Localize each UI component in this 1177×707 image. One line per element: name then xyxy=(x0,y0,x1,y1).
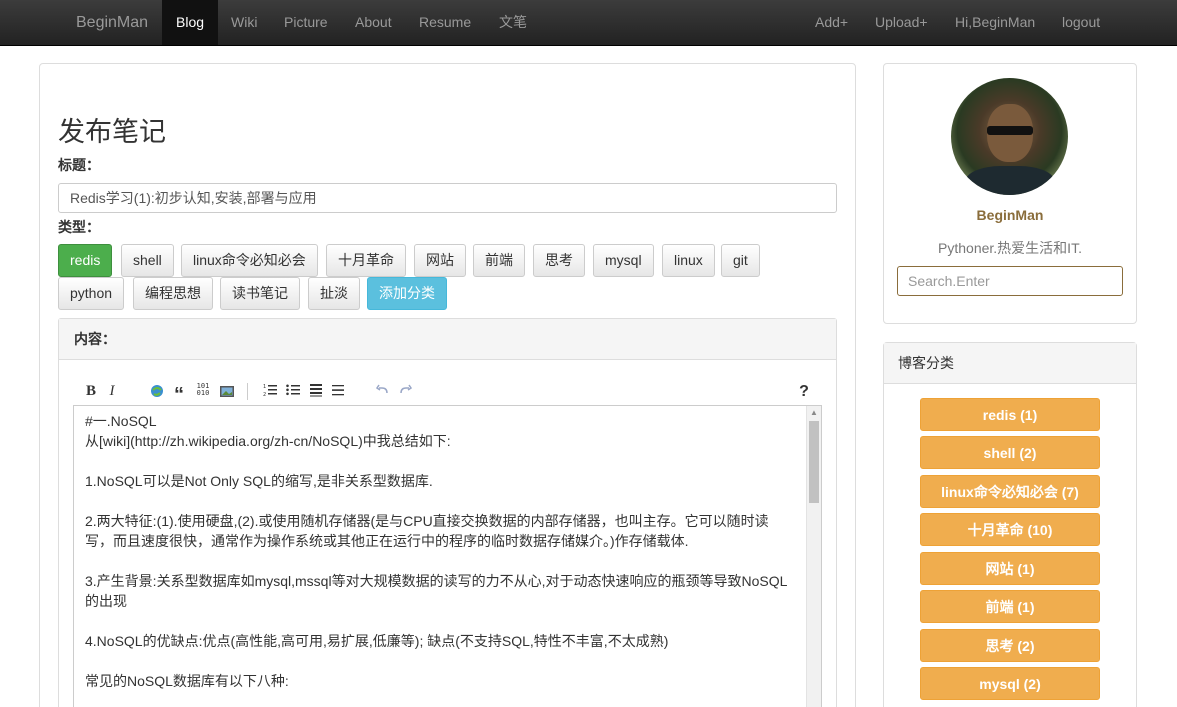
nav-picture[interactable]: Picture xyxy=(284,0,328,45)
editor-line: 从[wiki](http://zh.wikipedia.org/zh-cn/No… xyxy=(85,433,451,449)
tag-button-website[interactable]: 网站 xyxy=(414,244,466,277)
heading-icon[interactable] xyxy=(309,383,323,400)
category-thinking[interactable]: 思考 (2) xyxy=(920,629,1100,662)
nav-about[interactable]: About xyxy=(355,0,392,45)
italic-icon[interactable]: I xyxy=(106,383,118,400)
undo-icon[interactable] xyxy=(375,383,390,400)
brand-link[interactable]: BeginMan xyxy=(76,0,148,45)
code-icon[interactable]: 101 010 xyxy=(195,383,211,400)
avatar xyxy=(951,78,1068,195)
editor-line: 3.产生背景:关系型数据库如mysql,mssql等对大规模数据的读写的力不从心… xyxy=(85,573,788,589)
nav-user-greeting[interactable]: Hi,BeginMan xyxy=(955,0,1035,45)
editor-line: 4.NoSQL的优缺点:优点(高性能,高可用,易扩展,低廉等); 缺点(不支持S… xyxy=(85,633,669,649)
category-shell[interactable]: shell (2) xyxy=(920,436,1100,469)
tag-button-frontend[interactable]: 前端 xyxy=(473,244,525,277)
bullet-list-icon[interactable] xyxy=(286,383,300,400)
type-label: 类型： xyxy=(58,219,100,235)
nav-wenbi[interactable]: 文笔 xyxy=(499,0,527,45)
tag-button-reading-notes[interactable]: 读书笔记 xyxy=(220,277,300,310)
category-frontend[interactable]: 前端 (1) xyxy=(920,590,1100,623)
nav-wiki[interactable]: Wiki xyxy=(231,0,257,45)
nav-resume[interactable]: Resume xyxy=(419,0,471,45)
scroll-thumb[interactable] xyxy=(809,421,819,503)
nav-logout[interactable]: logout xyxy=(1062,0,1100,45)
editor-line: 常见的NoSQL数据库有以下八种: xyxy=(85,673,289,689)
tag-button-thinking[interactable]: 思考 xyxy=(533,244,585,277)
tag-button-linux[interactable]: linux xyxy=(662,244,715,277)
horizontal-rule-icon[interactable] xyxy=(331,383,345,400)
nav-blog[interactable]: Blog xyxy=(162,0,219,45)
editor-line: 1.NoSQL可以是Not Only SQL的缩写,是非关系型数据库. xyxy=(85,473,433,489)
content-heading: 内容： xyxy=(59,319,836,360)
svg-text:2: 2 xyxy=(263,392,266,397)
tag-button-git[interactable]: git xyxy=(721,244,760,277)
image-icon[interactable] xyxy=(219,383,235,400)
tag-button-programming-thought[interactable]: 编程思想 xyxy=(133,277,213,310)
add-category-button[interactable]: 添加分类 xyxy=(367,277,447,310)
category-website[interactable]: 网站 (1) xyxy=(920,552,1100,585)
content-editor[interactable]: #一.NoSQL 从[wiki](http://zh.wikipedia.org… xyxy=(73,405,822,707)
tag-button-chat[interactable]: 扯淡 xyxy=(308,277,360,310)
scroll-up-arrow-icon[interactable]: ▲ xyxy=(807,406,821,420)
link-icon[interactable] xyxy=(149,383,165,400)
editor-line: 的出现 xyxy=(85,593,127,609)
nav-add[interactable]: Add+ xyxy=(815,0,848,45)
redo-icon[interactable] xyxy=(398,383,413,400)
help-icon[interactable]: ? xyxy=(797,383,811,400)
tag-button-linux-commands[interactable]: linux命令必知必会 xyxy=(181,244,318,277)
tag-button-shell[interactable]: shell xyxy=(121,244,174,277)
top-navbar: BeginMan Blog Wiki Picture About Resume … xyxy=(0,0,1177,46)
editor-line: #一.NoSQL xyxy=(85,413,157,429)
toolbar-separator xyxy=(247,383,248,400)
svg-text:1: 1 xyxy=(263,384,266,390)
categories-heading: 博客分类 xyxy=(884,343,1136,384)
bold-icon[interactable]: B xyxy=(84,383,98,400)
tag-button-october-revolution[interactable]: 十月革命 xyxy=(326,244,406,277)
tag-button-python[interactable]: python xyxy=(58,277,125,310)
numbered-list-icon[interactable]: 12 xyxy=(263,383,277,400)
profile-bio: Pythoner.热爱生活和IT. xyxy=(938,240,1082,256)
quote-icon[interactable]: “ xyxy=(172,383,186,406)
editor-line: 写，而且速度很快，通常作为操作系统或其他正在运行中的程序的临时数据存储媒介。)作… xyxy=(85,533,689,549)
profile-name[interactable]: BeginMan xyxy=(883,207,1137,223)
search-input[interactable]: Search.Enter xyxy=(897,266,1123,296)
title-label: 标题： xyxy=(58,157,100,173)
editor-line: 2.两大特征:(1).使用硬盘,(2).或使用随机存储器(是与CPU直接交换数据… xyxy=(85,513,769,529)
category-october-revolution[interactable]: 十月革命 (10) xyxy=(920,513,1100,546)
tag-button-mysql[interactable]: mysql xyxy=(593,244,654,277)
category-redis[interactable]: redis (1) xyxy=(920,398,1100,431)
title-input[interactable]: Redis学习(1):初步认知,安装,部署与应用 xyxy=(58,183,837,213)
nav-upload[interactable]: Upload+ xyxy=(875,0,928,45)
category-mysql[interactable]: mysql (2) xyxy=(920,667,1100,700)
tag-button-redis[interactable]: redis xyxy=(58,244,113,277)
category-linux-commands[interactable]: linux命令必知必会 (7) xyxy=(920,475,1100,508)
page-title: 发布笔记 xyxy=(58,117,166,147)
editor-scrollbar[interactable]: ▲ xyxy=(806,406,821,707)
